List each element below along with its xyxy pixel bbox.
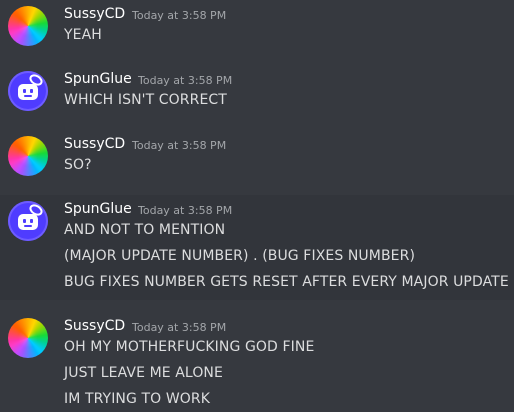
message-text: WHICH ISN'T CORRECT <box>64 92 227 108</box>
message-group: SussyCD Today at 3:58 PM SO? <box>0 130 514 195</box>
message-group: SussyCD Today at 3:58 PM OH MY MOTHERFUC… <box>0 312 514 412</box>
message-text: AND NOT TO MENTION <box>64 222 226 238</box>
message-timestamp: Today at 3:58 PM <box>138 74 233 87</box>
message-timestamp: Today at 3:58 PM <box>138 204 233 217</box>
avatar[interactable] <box>8 136 48 176</box>
message-author[interactable]: SussyCD <box>64 6 125 22</box>
message-author[interactable]: SpunGlue <box>64 201 132 217</box>
chat-message-list: SussyCD Today at 3:58 PM YEAH SpunGlue T… <box>0 0 514 412</box>
message-text: YEAH <box>64 27 102 43</box>
message-group: SpunGlue Today at 3:58 PM WHICH ISN'T CO… <box>0 65 514 130</box>
message-timestamp: Today at 3:58 PM <box>132 139 227 152</box>
message-author[interactable]: SussyCD <box>64 318 125 334</box>
message-text: (MAJOR UPDATE NUMBER) . (BUG FIXES NUMBE… <box>64 248 416 264</box>
message-text: JUST LEAVE ME ALONE <box>64 365 223 381</box>
message-group: SpunGlue Today at 3:58 PM AND NOT TO MEN… <box>0 195 514 300</box>
message-text: SO? <box>64 157 92 173</box>
message-timestamp: Today at 3:58 PM <box>132 321 227 334</box>
message-text: IM TRYING TO WORK <box>64 391 210 407</box>
message-text: BUG FIXES NUMBER GETS RESET AFTER EVERY … <box>64 274 509 290</box>
message-timestamp: Today at 3:58 PM <box>132 9 227 22</box>
message-author[interactable]: SpunGlue <box>64 71 132 87</box>
message-author[interactable]: SussyCD <box>64 136 125 152</box>
message-text: OH MY MOTHERFUCKING GOD FINE <box>64 339 315 355</box>
avatar[interactable] <box>8 318 48 358</box>
avatar[interactable] <box>8 6 48 46</box>
message-group: SussyCD Today at 3:58 PM YEAH <box>0 0 514 65</box>
